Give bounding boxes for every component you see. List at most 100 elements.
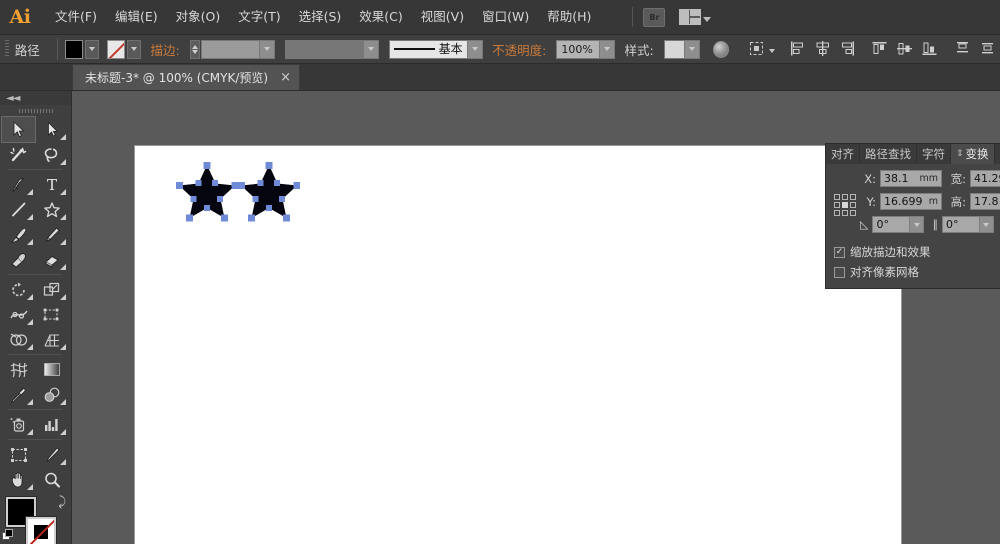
tool-line-segment[interactable] (2, 197, 35, 222)
opacity-mask-icon[interactable] (713, 41, 729, 58)
width-input[interactable]: 41.294 m (970, 170, 1000, 187)
tool-pen[interactable] (2, 172, 35, 197)
chevron-down-icon[interactable] (599, 41, 614, 58)
align-center-horizontal-button[interactable] (814, 40, 831, 58)
rotate-input[interactable]: 0° (872, 216, 910, 233)
x-input[interactable]: 38.1 mm (880, 170, 942, 187)
tool-eyedropper[interactable] (2, 382, 35, 407)
chevron-down-icon[interactable] (684, 41, 699, 58)
stroke-color-swatch[interactable] (107, 40, 125, 59)
tool-blob-brush[interactable] (2, 247, 35, 272)
y-input[interactable]: 16.699 m (880, 193, 942, 210)
menu-items: 文件(F) 编辑(E) 对象(O) 文字(T) 选择(S) 效果(C) 视图(V… (46, 0, 600, 35)
stroke-color-indicator[interactable] (26, 517, 56, 544)
bridge-icon[interactable]: Br (643, 8, 665, 27)
menu-help[interactable]: 帮助(H) (538, 6, 600, 28)
stroke-weight-stepper[interactable] (190, 40, 201, 59)
control-bar-grip[interactable] (5, 40, 9, 58)
arrange-documents-button[interactable] (679, 8, 705, 27)
panel-tab-transform[interactable]: ⇕ 变换 (951, 144, 995, 164)
swap-fill-stroke-icon[interactable]: ⤸ (58, 495, 66, 510)
menu-file[interactable]: 文件(F) (46, 6, 106, 28)
menu-bar: Ai 文件(F) 编辑(E) 对象(O) 文字(T) 选择(S) 效果(C) 视… (0, 0, 1000, 35)
distribute-center-button[interactable] (979, 40, 996, 58)
fill-color-swatch[interactable] (65, 40, 83, 59)
color-controls: ⤸ (0, 495, 70, 544)
default-fill-stroke-icon[interactable] (2, 529, 14, 541)
height-label: 高: (950, 194, 966, 210)
collapse-panel-icon[interactable]: ◄◄ (6, 93, 19, 104)
tool-slice[interactable] (35, 442, 68, 467)
tool-perspective-grid[interactable] (35, 327, 68, 352)
opacity-input[interactable]: 100% (556, 40, 615, 59)
star-1[interactable] (176, 162, 238, 222)
tool-scale[interactable] (35, 277, 68, 302)
tool-width[interactable] (2, 302, 35, 327)
illustrator-window: Ai 文件(F) 编辑(E) 对象(O) 文字(T) 选择(S) 效果(C) 视… (0, 0, 1000, 544)
tool-artboard[interactable] (2, 442, 35, 467)
menu-view[interactable]: 视图(V) (412, 6, 473, 28)
graphic-style-select[interactable] (664, 40, 700, 59)
panel-menu-icon: ⇕ (956, 149, 964, 159)
tool-zoom[interactable] (35, 467, 68, 492)
star-2[interactable] (238, 162, 300, 222)
align-pixel-grid-checkbox[interactable]: 对齐像素网格 (834, 264, 1000, 280)
style-label: 样式: (625, 40, 654, 59)
align-right-button[interactable] (839, 40, 856, 58)
close-icon[interactable]: × (280, 72, 291, 84)
distribute-top-button[interactable] (954, 40, 971, 58)
tool-free-transform[interactable] (35, 302, 68, 327)
stroke-swatch-dropdown[interactable] (127, 40, 141, 59)
toolbox-header[interactable]: ◄◄ (0, 91, 71, 105)
brush-definition-select[interactable]: 基本 (389, 40, 483, 59)
fill-swatch-dropdown[interactable] (85, 40, 99, 59)
tool-blend[interactable] (35, 382, 68, 407)
shear-input[interactable]: 0° (942, 216, 980, 233)
chevron-down-icon (89, 47, 95, 51)
tool-direct-selection[interactable] (35, 117, 68, 142)
document-tab[interactable]: 未标题-3* @ 100% (CMYK/预览) × (72, 64, 300, 90)
align-middle-vertical-button[interactable] (896, 40, 913, 58)
align-to-selection-button[interactable] (748, 40, 765, 58)
tool-hand[interactable] (2, 467, 35, 492)
menu-object[interactable]: 对象(O) (167, 6, 230, 28)
tool-column-graph[interactable] (35, 412, 68, 437)
panel-tab-align[interactable]: 对齐 (826, 144, 860, 164)
height-input[interactable]: 17.8 mm (970, 193, 1000, 210)
tool-type[interactable]: T (35, 172, 68, 197)
tool-star[interactable] (35, 197, 68, 222)
tool-rotate[interactable] (2, 277, 35, 302)
tool-eraser[interactable] (35, 247, 68, 272)
panel-tab-character[interactable]: 字符 (917, 144, 951, 164)
tool-symbol-sprayer[interactable] (2, 412, 35, 437)
align-left-button[interactable] (789, 40, 806, 58)
tool-gradient[interactable] (35, 357, 68, 382)
tool-lasso[interactable] (35, 142, 68, 167)
chevron-down-icon[interactable] (467, 41, 482, 58)
align-bottom-button[interactable] (921, 40, 938, 58)
tool-paintbrush[interactable] (2, 222, 35, 247)
menu-effect[interactable]: 效果(C) (350, 6, 411, 28)
scale-strokes-effects-checkbox[interactable]: ✓ 缩放描边和效果 (834, 244, 1000, 260)
menu-window[interactable]: 窗口(W) (473, 6, 538, 28)
menu-edit[interactable]: 编辑(E) (106, 6, 167, 28)
document-tab-bar: 未标题-3* @ 100% (CMYK/预览) × (0, 64, 1000, 91)
menu-type[interactable]: 文字(T) (229, 6, 289, 28)
chevron-down-icon[interactable] (259, 41, 274, 58)
tool-selection[interactable] (2, 117, 35, 142)
tool-magic-wand[interactable] (2, 142, 35, 167)
shear-dropdown[interactable] (980, 216, 994, 233)
chevron-down-icon[interactable] (769, 49, 775, 53)
tool-pencil[interactable] (35, 222, 68, 247)
reference-point-selector[interactable] (834, 185, 856, 225)
chevron-down-icon[interactable] (363, 41, 378, 58)
tool-mesh[interactable] (2, 357, 35, 382)
rotate-dropdown[interactable] (910, 216, 924, 233)
stroke-weight-input[interactable] (201, 40, 275, 59)
toolbox-grip[interactable] (0, 105, 71, 117)
align-top-button[interactable] (871, 40, 888, 58)
stroke-profile-select[interactable] (285, 40, 380, 59)
menu-select[interactable]: 选择(S) (290, 6, 351, 28)
panel-tab-pathfinder[interactable]: 路径查找 (860, 144, 917, 164)
tool-shape-builder[interactable] (2, 327, 35, 352)
